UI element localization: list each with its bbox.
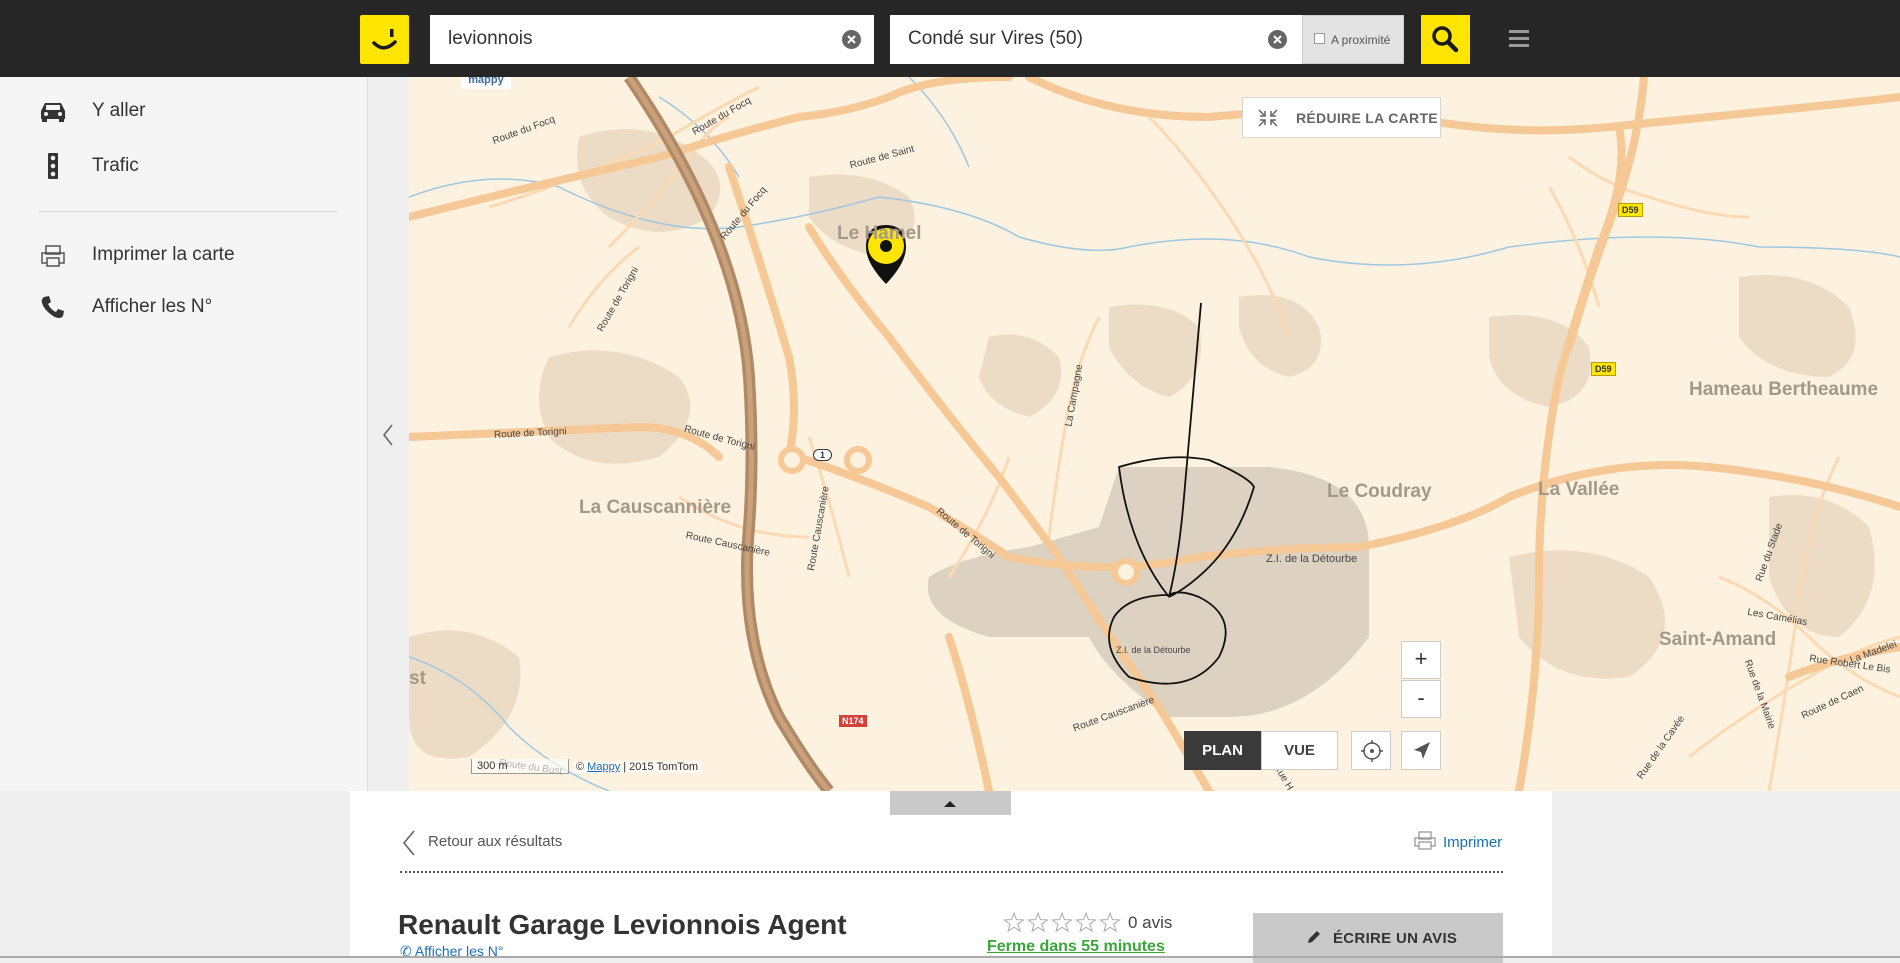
map-view[interactable]: mappy Le Hamel La Causcannière Le Coudra…: [409, 77, 1900, 791]
proximity-checkbox[interactable]: [1314, 33, 1325, 44]
print-link[interactable]: Imprimer: [1413, 829, 1502, 855]
printer-icon: [1414, 831, 1436, 850]
sidebar-item-print-map[interactable]: Imprimer la carte: [0, 235, 368, 275]
opening-status[interactable]: Ferme dans 55 minutes: [987, 938, 1165, 956]
star-icon: [1075, 911, 1097, 933]
proximity-toggle[interactable]: A proximité: [1302, 15, 1404, 64]
mappy-link[interactable]: Mappy: [587, 761, 620, 773]
collapse-arrows-icon: [1258, 109, 1278, 127]
dotted-divider: [400, 871, 1503, 873]
clear-icon: [1273, 35, 1282, 44]
map-canvas: [409, 77, 1900, 791]
place-label: Saint-Amand: [1659, 629, 1777, 650]
sidebar-item-show-numbers[interactable]: Afficher les N°: [0, 287, 368, 327]
exit-badge: 1: [813, 449, 833, 461]
star-icon: [1027, 911, 1049, 933]
sidebar-item-label: Trafic: [92, 155, 139, 176]
place-label: Z.I. de la Détourbe: [1266, 553, 1358, 565]
place-label: Le Coudray: [1327, 481, 1432, 502]
place-label: st: [409, 668, 426, 689]
car-icon: [41, 103, 65, 122]
road-badge: N174: [839, 715, 867, 727]
sidebar-item-traffic[interactable]: Trafic: [0, 146, 368, 186]
chevron-left-icon: [402, 830, 415, 856]
place-label: La Causcannière: [579, 497, 732, 518]
map-sidebar: Y aller Trafic Imprimer la carte Affiche…: [0, 77, 368, 791]
place-label: Hameau Bertheaume: [1689, 379, 1879, 400]
copyright-symbol: ©: [576, 761, 585, 773]
star-icon: [1003, 911, 1025, 933]
what-search-field[interactable]: levionnois: [430, 15, 874, 64]
collapse-sidebar-chevron-icon[interactable]: [380, 422, 396, 448]
rating-stars[interactable]: [1003, 911, 1123, 939]
phone-icon: [41, 296, 64, 318]
reduce-map-label: RÉDUIRE LA CARTE: [1296, 110, 1438, 126]
print-label: Imprimer: [1443, 834, 1503, 851]
write-review-label: ÉCRIRE UN AVIS: [1333, 930, 1458, 947]
place-label: Z.I. de la Détourbe: [1116, 645, 1191, 655]
reduce-map-button[interactable]: RÉDUIRE LA CARTE: [1242, 97, 1441, 138]
what-search-input[interactable]: levionnois: [448, 28, 533, 50]
star-icon: [1099, 911, 1121, 933]
sidebar-divider: [38, 211, 338, 212]
search-button[interactable]: [1421, 15, 1470, 64]
my-position-button[interactable]: [1401, 731, 1441, 770]
clear-icon: [847, 35, 856, 44]
star-icon: [1051, 911, 1073, 933]
road-badge: D59: [1618, 203, 1643, 217]
road-badge: D59: [1591, 362, 1616, 376]
place-label: Le Hamel: [837, 223, 922, 244]
scale-label: 300 m: [471, 759, 569, 774]
satellite-view-button[interactable]: VUE: [1261, 731, 1338, 770]
search-icon: [1432, 26, 1459, 53]
plan-view-button[interactable]: PLAN: [1184, 731, 1261, 770]
locate-button[interactable]: [1351, 731, 1391, 770]
back-label: Retour aux résultats: [428, 833, 563, 850]
navigation-arrow-icon: [1414, 742, 1430, 759]
where-search-input[interactable]: Condé sur Vires (50): [908, 28, 1083, 50]
pencil-icon: [1308, 931, 1320, 943]
copyright-suffix: | 2015 TomTom: [623, 761, 699, 773]
zoom-out-button[interactable]: -: [1401, 680, 1441, 718]
place-label: La Vallée: [1538, 479, 1620, 500]
sidebar-item-label: Afficher les N°: [92, 296, 213, 317]
caret-up-icon: [944, 801, 956, 807]
where-search-field[interactable]: Condé sur Vires (50): [890, 15, 1302, 64]
sidebar-item-directions[interactable]: Y aller: [0, 91, 368, 131]
reviews-count[interactable]: 0 avis: [1128, 913, 1172, 933]
proximity-label: A proximité: [1331, 33, 1391, 47]
star-rating-icons: [1003, 911, 1121, 933]
business-name: Renault Garage Levionnois Agent: [398, 909, 847, 940]
clear-what-button[interactable]: [842, 30, 861, 49]
smiley-logo-icon: [372, 29, 397, 50]
hamburger-menu-icon[interactable]: [1509, 30, 1529, 50]
business-detail-panel: Retour aux résultats Imprimer Renault Ga…: [350, 791, 1552, 963]
map-copyright: © Mappy | 2015 TomTom: [573, 761, 702, 773]
clear-where-button[interactable]: [1268, 30, 1287, 49]
traffic-light-icon: [48, 153, 58, 179]
back-to-results-link[interactable]: Retour aux résultats: [400, 829, 562, 861]
zoom-in-button[interactable]: +: [1401, 641, 1441, 679]
printer-icon: [41, 245, 65, 267]
expand-panel-button[interactable]: [890, 791, 1011, 815]
sidebar-item-label: Imprimer la carte: [92, 244, 235, 265]
crosshair-icon: [1361, 740, 1383, 762]
top-bar: levionnois Condé sur Vires (50) A proxim…: [0, 0, 1900, 77]
sidebar-item-label: Y aller: [92, 100, 146, 121]
pagesjaunes-logo[interactable]: [360, 15, 409, 64]
mappy-logo[interactable]: mappy: [461, 77, 511, 89]
